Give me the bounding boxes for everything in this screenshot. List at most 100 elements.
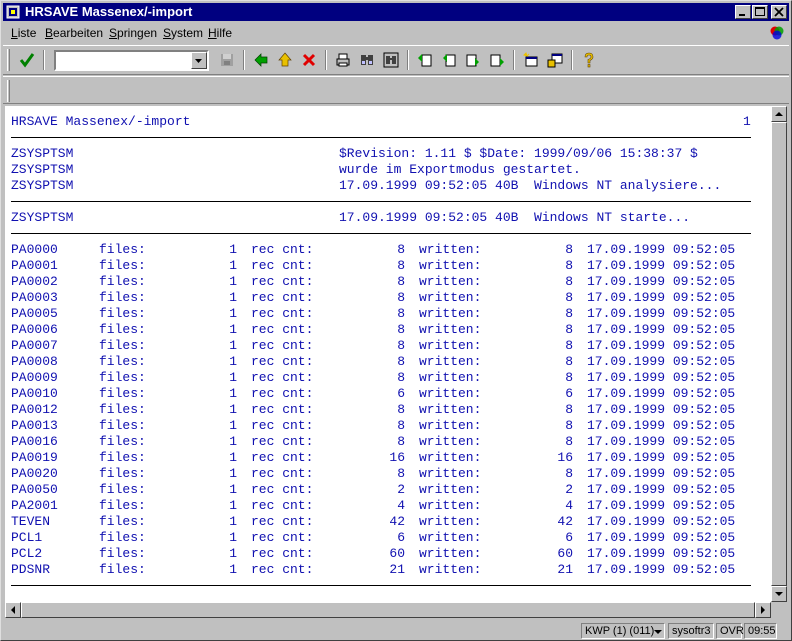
- vertical-scroll-thumb[interactable]: [771, 122, 787, 586]
- horizontal-scroll-thumb[interactable]: [21, 602, 755, 618]
- find-next-button[interactable]: [381, 50, 401, 70]
- cancel-icon: [302, 53, 316, 67]
- rec-cnt-value: 60: [389, 546, 405, 561]
- menu-system[interactable]: System: [163, 26, 203, 40]
- scroll-left-button[interactable]: [5, 602, 21, 618]
- files-count: 1: [229, 370, 237, 385]
- table-row[interactable]: PA0008 files: 1 rec cnt: 8 written: 8 17.09.199…: [11, 354, 751, 370]
- previous-page-icon: [443, 54, 456, 67]
- system-info-field[interactable]: KWP (1) (011): [581, 623, 665, 639]
- status-bar: KWP (1) (011) sysoftr3 OVR 09:55: [3, 621, 789, 640]
- table-row[interactable]: PA0050 files: 1 rec cnt: 2 written: 2 17.09.199…: [11, 482, 751, 498]
- table-row[interactable]: PCL1 files: 1 rec cnt: 6 written: 6 17.09.1999 …: [11, 530, 751, 546]
- create-session-button[interactable]: [521, 50, 541, 70]
- chevron-down-icon[interactable]: [654, 628, 662, 636]
- print-icon: [336, 53, 350, 67]
- table-row[interactable]: PA0001 files: 1 rec cnt: 8 written: 8 17.09.199…: [11, 258, 751, 274]
- enter-button[interactable]: [17, 50, 37, 70]
- rec-cnt-value: 2: [397, 482, 405, 497]
- rec-cnt-value: 16: [389, 450, 405, 465]
- written-value: 42: [557, 514, 573, 529]
- command-dropdown-button[interactable]: [191, 52, 207, 69]
- menu-bearbeiten[interactable]: Bearbeiten: [45, 26, 103, 40]
- rec-cnt-label: rec cnt:: [251, 418, 314, 433]
- table-row[interactable]: PA0012 files: 1 rec cnt: 8 written: 8 17.09.199…: [11, 402, 751, 418]
- timestamp: 17.09.1999 09:52:05: [587, 546, 736, 561]
- written-label: written:: [419, 514, 482, 529]
- table-name: PA0005: [11, 306, 58, 321]
- toolbar-separator: [243, 50, 245, 70]
- table-row[interactable]: PDSNR files: 1 rec cnt: 21 written: 21 17.09.19…: [11, 562, 751, 578]
- previous-page-button[interactable]: [439, 50, 459, 70]
- exit-button[interactable]: [275, 50, 295, 70]
- written-value: 8: [565, 290, 573, 305]
- close-button[interactable]: [771, 5, 787, 19]
- written-value: 8: [565, 338, 573, 353]
- next-page-button[interactable]: [463, 50, 483, 70]
- files-count: 1: [229, 322, 237, 337]
- table-name: PA0007: [11, 338, 58, 353]
- menu-liste[interactable]: Liste: [11, 26, 36, 40]
- print-button[interactable]: [333, 50, 353, 70]
- table-row[interactable]: PA0016 files: 1 rec cnt: 8 written: 8 17.09.199…: [11, 434, 751, 450]
- table-row[interactable]: PA0013 files: 1 rec cnt: 8 written: 8 17.09.199…: [11, 418, 751, 434]
- cancel-button[interactable]: [299, 50, 319, 70]
- table-row[interactable]: PA2001 files: 1 rec cnt: 4 written: 4 17.09.199…: [11, 498, 751, 514]
- timestamp: 17.09.1999 09:52:05: [587, 242, 736, 257]
- rec-cnt-value: 4: [397, 498, 405, 513]
- written-value: 8: [565, 466, 573, 481]
- table-name: PA0003: [11, 290, 58, 305]
- last-page-button[interactable]: [487, 50, 507, 70]
- save-button[interactable]: [217, 50, 237, 70]
- command-field[interactable]: [54, 50, 209, 71]
- table-row[interactable]: PA0020 files: 1 rec cnt: 8 written: 8 17.09.199…: [11, 466, 751, 482]
- toolbar-separator: [43, 50, 45, 70]
- table-row[interactable]: PA0010 files: 1 rec cnt: 6 written: 6 17.09.199…: [11, 386, 751, 402]
- table-row[interactable]: PA0005 files: 1 rec cnt: 8 written: 8 17.09.199…: [11, 306, 751, 322]
- first-page-button[interactable]: [415, 50, 435, 70]
- menu-bar: Liste Bearbeiten Springen System Hilfe: [3, 23, 789, 43]
- rec-cnt-label: rec cnt:: [251, 354, 314, 369]
- files-label: files:: [99, 354, 146, 369]
- table-row[interactable]: PA0000 files: 1 rec cnt: 8 written: 8 17.09.199…: [11, 242, 751, 258]
- timestamp: 17.09.1999 09:52:05: [587, 402, 736, 417]
- files-label: files:: [99, 498, 146, 513]
- scroll-right-button[interactable]: [755, 602, 771, 618]
- rec-cnt-value: 8: [397, 354, 405, 369]
- rec-cnt-label: rec cnt:: [251, 370, 314, 385]
- table-row[interactable]: PA0009 files: 1 rec cnt: 8 written: 8 17.09.199…: [11, 370, 751, 386]
- rec-cnt-label: rec cnt:: [251, 466, 314, 481]
- written-label: written:: [419, 258, 482, 273]
- help-button[interactable]: [579, 50, 599, 70]
- table-row[interactable]: PA0007 files: 1 rec cnt: 8 written: 8 17.09.199…: [11, 338, 751, 354]
- command-input[interactable]: [56, 52, 193, 69]
- table-row[interactable]: PA0003 files: 1 rec cnt: 8 written: 8 17.09.199…: [11, 290, 751, 306]
- table-row[interactable]: PCL2 files: 1 rec cnt: 60 written: 60 17.09.199…: [11, 546, 751, 562]
- scroll-up-button[interactable]: [771, 106, 787, 122]
- title-bar[interactable]: HRSAVE Massenex/-import: [3, 3, 789, 21]
- written-label: written:: [419, 402, 482, 417]
- first-page-icon: [418, 54, 432, 67]
- table-name: PA0012: [11, 402, 58, 417]
- page-number: 1: [743, 114, 751, 129]
- menu-springen[interactable]: Springen: [109, 26, 157, 40]
- files-count: 1: [229, 386, 237, 401]
- toolbar-separator: [571, 50, 573, 70]
- written-label: written:: [419, 354, 482, 369]
- scroll-down-button[interactable]: [771, 586, 787, 602]
- table-row[interactable]: TEVEN files: 1 rec cnt: 42 written: 42 17.09.19…: [11, 514, 751, 530]
- maximize-button[interactable]: [752, 5, 768, 19]
- horizontal-scrollbar[interactable]: [5, 602, 771, 618]
- vertical-scrollbar[interactable]: [771, 106, 787, 602]
- table-row[interactable]: PA0002 files: 1 rec cnt: 8 written: 8 17.09.199…: [11, 274, 751, 290]
- rec-cnt-label: rec cnt:: [251, 274, 314, 289]
- timestamp: 17.09.1999 09:52:05: [587, 498, 736, 513]
- menu-hilfe[interactable]: Hilfe: [208, 26, 232, 40]
- back-button[interactable]: [251, 50, 271, 70]
- table-row[interactable]: PA0006 files: 1 rec cnt: 8 written: 8 17.09.199…: [11, 322, 751, 338]
- minimize-button[interactable]: [735, 5, 751, 19]
- shortcut-button[interactable]: [545, 50, 565, 70]
- written-label: written:: [419, 338, 482, 353]
- find-button[interactable]: [357, 50, 377, 70]
- table-row[interactable]: PA0019 files: 1 rec cnt: 16 written: 16 17.09.1…: [11, 450, 751, 466]
